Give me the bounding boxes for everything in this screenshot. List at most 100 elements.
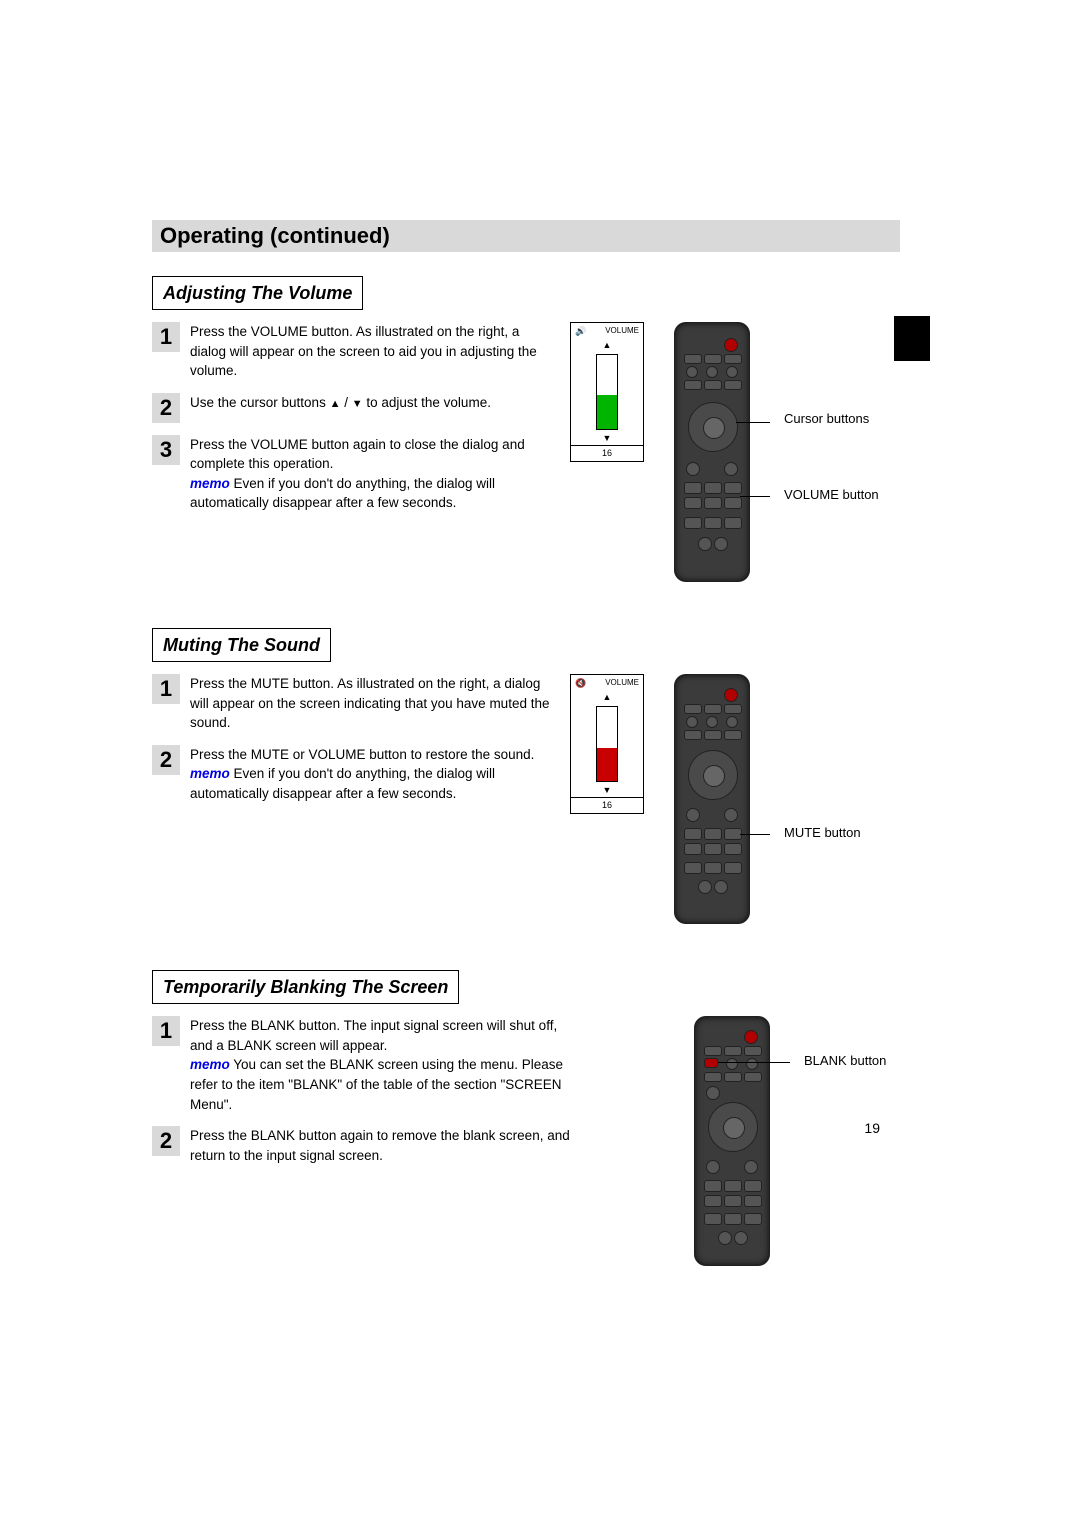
remote-button bbox=[684, 828, 702, 840]
step-number: 2 bbox=[152, 393, 180, 423]
down-icon: ▼ bbox=[352, 398, 363, 410]
step-body: Press the MUTE or VOLUME button to resto… bbox=[190, 747, 534, 762]
callout-volume: VOLUME button bbox=[784, 486, 879, 505]
remote-button bbox=[724, 354, 742, 364]
remote-button bbox=[704, 482, 722, 494]
dialog-label: VOLUME bbox=[605, 677, 639, 689]
remote-button bbox=[704, 1180, 722, 1192]
remote-button bbox=[726, 366, 738, 378]
remote-button bbox=[744, 1160, 758, 1174]
step-text: Press the VOLUME button. As illustrated … bbox=[190, 322, 552, 381]
remote-button bbox=[684, 862, 702, 874]
remote-button bbox=[724, 730, 742, 740]
remote-button bbox=[718, 1231, 732, 1245]
memo-label: memo bbox=[190, 1057, 230, 1072]
remote-button bbox=[686, 716, 698, 728]
section-title-volume: Adjusting The Volume bbox=[152, 276, 363, 310]
up-icon: ▲ bbox=[571, 339, 643, 352]
remote-button bbox=[744, 1046, 762, 1056]
remote-button bbox=[684, 843, 702, 855]
remote-button bbox=[686, 808, 700, 822]
up-icon: ▲ bbox=[330, 398, 341, 410]
section-blank: Temporarily Blanking The Screen 1 Press … bbox=[152, 964, 900, 1266]
page-header: Operating (continued) bbox=[152, 220, 900, 252]
step-text: Press the VOLUME button again to close t… bbox=[190, 435, 552, 513]
memo-label: memo bbox=[190, 476, 230, 491]
remote-button bbox=[744, 1195, 762, 1207]
remote-dpad bbox=[688, 750, 738, 800]
step-number: 1 bbox=[152, 674, 180, 704]
mute-dialog: 🔇VOLUME ▲ ▼ 16 bbox=[570, 674, 656, 814]
step-text: Press the MUTE button. As illustrated on… bbox=[190, 674, 552, 733]
remote-button bbox=[724, 517, 742, 529]
remote-button bbox=[704, 704, 722, 714]
section-volume: Adjusting The Volume 1 Press the VOLUME … bbox=[152, 270, 900, 582]
page-number: 19 bbox=[864, 1118, 880, 1138]
up-icon: ▲ bbox=[571, 691, 643, 704]
step-number: 1 bbox=[152, 1016, 180, 1046]
remote-illustration bbox=[674, 674, 750, 924]
dialog-value: 16 bbox=[571, 797, 643, 813]
step-text: Use the cursor buttons ▲ / ▼ to adjust t… bbox=[190, 393, 552, 423]
remote-dpad bbox=[708, 1102, 758, 1152]
step-number: 3 bbox=[152, 435, 180, 465]
volume-bar bbox=[596, 354, 618, 430]
remote-button bbox=[698, 537, 712, 551]
down-icon: ▼ bbox=[571, 432, 643, 445]
remote-button bbox=[704, 1213, 722, 1225]
volume-dialog: 🔊VOLUME ▲ ▼ 16 bbox=[570, 322, 656, 462]
remote-button bbox=[684, 354, 702, 364]
remote-button bbox=[684, 704, 702, 714]
section-mute: Muting The Sound 1 Press the MUTE button… bbox=[152, 622, 900, 924]
remote-button bbox=[724, 1072, 742, 1082]
remote-button bbox=[724, 1046, 742, 1056]
remote-button bbox=[744, 1072, 762, 1082]
remote-button bbox=[684, 517, 702, 529]
remote-button bbox=[744, 1030, 758, 1044]
remote-illustration bbox=[674, 322, 750, 582]
remote-button bbox=[734, 1231, 748, 1245]
remote-button bbox=[724, 1180, 742, 1192]
remote-button bbox=[724, 497, 742, 509]
remote-button bbox=[706, 366, 718, 378]
side-tab bbox=[894, 316, 930, 361]
memo-text: You can set the BLANK screen using the m… bbox=[190, 1057, 563, 1111]
remote-button bbox=[714, 880, 728, 894]
step-pre: Use the cursor buttons bbox=[190, 395, 330, 410]
remote-button bbox=[704, 380, 722, 390]
memo-text: Even if you don't do anything, the dialo… bbox=[190, 476, 495, 511]
callout-line bbox=[740, 834, 770, 835]
remote-button bbox=[686, 462, 700, 476]
step-number: 1 bbox=[152, 322, 180, 352]
remote-button bbox=[704, 1072, 722, 1082]
callout-line bbox=[740, 496, 770, 497]
callout-cursor: Cursor buttons bbox=[784, 410, 869, 429]
remote-button bbox=[706, 716, 718, 728]
remote-button bbox=[726, 1058, 738, 1070]
step-text: Press the MUTE or VOLUME button to resto… bbox=[190, 745, 552, 804]
section-title-blank: Temporarily Blanking The Screen bbox=[152, 970, 459, 1004]
remote-button bbox=[686, 366, 698, 378]
remote-button bbox=[724, 843, 742, 855]
remote-illustration bbox=[694, 1016, 770, 1266]
remote-button bbox=[684, 482, 702, 494]
step-number: 2 bbox=[152, 1126, 180, 1156]
step-post: to adjust the volume. bbox=[363, 395, 491, 410]
page-title: Operating (continued) bbox=[160, 220, 390, 252]
remote-button bbox=[746, 1058, 758, 1070]
remote-button bbox=[726, 716, 738, 728]
blank-steps: 1 Press the BLANK button. The input sign… bbox=[152, 1016, 572, 1177]
callout-mute: MUTE button bbox=[784, 824, 861, 843]
step-text: Press the BLANK button again to remove t… bbox=[190, 1126, 572, 1165]
callout-line bbox=[736, 422, 770, 423]
remote-button bbox=[698, 880, 712, 894]
remote-button bbox=[704, 730, 722, 740]
memo-text: Even if you don't do anything, the dialo… bbox=[190, 766, 495, 801]
remote-button bbox=[744, 1213, 762, 1225]
mute-steps: 1 Press the MUTE button. As illustrated … bbox=[152, 674, 552, 815]
remote-button bbox=[724, 380, 742, 390]
remote-button bbox=[704, 1046, 722, 1056]
step-number: 2 bbox=[152, 745, 180, 775]
remote-button bbox=[714, 537, 728, 551]
section-title-mute: Muting The Sound bbox=[152, 628, 331, 662]
